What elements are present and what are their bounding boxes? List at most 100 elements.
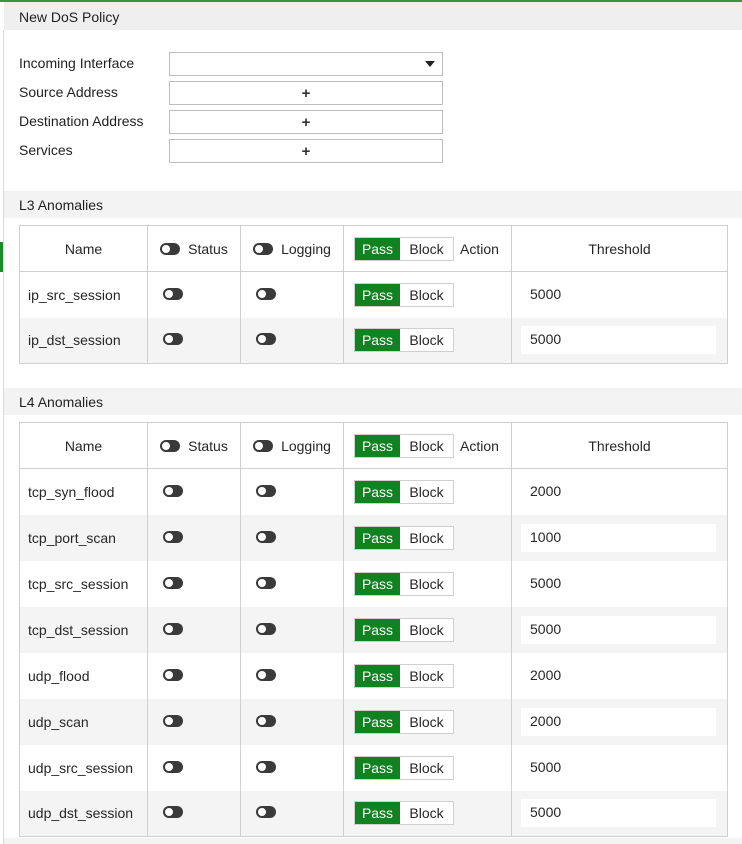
block-button[interactable]: Block [400,572,453,595]
action-selector[interactable]: Pass Block [354,525,454,550]
block-button[interactable]: Block [400,756,453,779]
logging-toggle[interactable] [256,333,276,346]
pass-button[interactable]: Pass [355,756,400,779]
action-selector[interactable]: Pass Block [354,755,454,780]
status-column-header[interactable]: Status [147,225,241,272]
l4-anomalies-table: Name Status Logging Pass Block Action Thre… [19,422,728,837]
table-row: ip_src_session Pass Block 5000 [19,271,728,318]
action-selector[interactable]: Pass Block [354,801,454,826]
block-button[interactable]: Block [400,329,453,352]
threshold-input[interactable]: 5000 [521,326,716,355]
anomaly-name: ip_src_session [19,271,148,318]
incoming-interface-label: Incoming Interface [19,55,135,71]
status-toggle[interactable] [163,806,183,819]
pass-button[interactable]: Pass [355,434,400,457]
services-row: Services + [19,139,449,163]
toggle-icon[interactable] [160,242,181,255]
block-button[interactable]: Block [400,237,453,260]
logging-toggle[interactable] [256,668,276,681]
threshold-input[interactable]: 5000 [521,281,716,309]
logging-toggle[interactable] [256,530,276,543]
threshold-input[interactable]: 2000 [521,662,716,690]
action-selector[interactable]: Pass Block [354,328,454,353]
block-button[interactable]: Block [400,526,453,549]
logging-toggle[interactable] [256,287,276,300]
action-selector[interactable]: Pass Block [354,617,454,642]
block-button[interactable]: Block [400,664,453,687]
plus-icon: + [301,142,311,160]
block-button[interactable]: Block [400,480,453,503]
logging-toggle[interactable] [256,484,276,497]
action-cell: Pass Block [343,606,512,653]
pass-button[interactable]: Pass [355,526,400,549]
logging-toggle[interactable] [256,576,276,589]
destination-address-field[interactable]: + [169,110,443,134]
incoming-interface-select[interactable] [169,52,443,76]
action-toggle-all[interactable]: Pass Block [354,433,454,458]
threshold-input[interactable]: 5000 [521,799,716,828]
action-selector[interactable]: Pass Block [354,663,454,688]
threshold-cell: 2000 [511,468,728,515]
logging-toggle[interactable] [256,714,276,727]
pass-button[interactable]: Pass [355,618,400,641]
pass-button[interactable]: Pass [355,802,400,825]
threshold-input[interactable]: 2000 [521,707,716,736]
toggle-icon[interactable] [253,242,274,255]
threshold-input[interactable]: 1000 [521,523,716,552]
logging-toggle[interactable] [256,622,276,635]
status-toggle[interactable] [163,668,183,681]
anomaly-name: udp_src_session [19,744,148,791]
logging-column-header[interactable]: Logging [240,422,344,469]
action-cell: Pass Block [343,514,512,561]
threshold-cell: 5000 [511,790,728,837]
name-column-header: Name [19,422,148,469]
block-button[interactable]: Block [400,283,453,306]
logging-column-header[interactable]: Logging [240,225,344,272]
threshold-input[interactable]: 2000 [521,478,716,506]
block-button[interactable]: Block [400,710,453,733]
status-cell [147,560,241,607]
toggle-icon[interactable] [160,439,181,452]
threshold-cell: 5000 [511,744,728,791]
toggle-icon[interactable] [253,439,274,452]
pass-button[interactable]: Pass [355,283,400,306]
status-toggle[interactable] [163,484,183,497]
threshold-input[interactable]: 5000 [521,570,716,598]
action-selector[interactable]: Pass Block [354,709,454,734]
status-toggle[interactable] [163,760,183,773]
status-toggle[interactable] [163,333,183,346]
status-toggle[interactable] [163,622,183,635]
threshold-input[interactable]: 5000 [521,754,716,782]
action-selector[interactable]: Pass Block [354,571,454,596]
status-toggle[interactable] [163,576,183,589]
action-toggle-all[interactable]: Pass Block [354,236,454,261]
status-toggle[interactable] [163,287,183,300]
action-selector[interactable]: Pass Block [354,282,454,307]
logging-toggle[interactable] [256,806,276,819]
source-address-field[interactable]: + [169,81,443,105]
block-button[interactable]: Block [400,434,453,457]
destination-address-label: Destination Address [19,113,144,129]
block-button[interactable]: Block [400,802,453,825]
l4-anomalies-header: L4 Anomalies [4,388,742,415]
pass-button[interactable]: Pass [355,237,400,260]
status-toggle[interactable] [163,714,183,727]
table-row: tcp_port_scan Pass Block 1000 [19,514,728,561]
threshold-cell: 1000 [511,514,728,561]
status-toggle[interactable] [163,530,183,543]
pass-button[interactable]: Pass [355,480,400,503]
pass-button[interactable]: Pass [355,329,400,352]
pass-button[interactable]: Pass [355,572,400,595]
status-cell [147,468,241,515]
logging-cell [240,514,344,561]
action-selector[interactable]: Pass Block [354,479,454,504]
pass-button[interactable]: Pass [355,710,400,733]
pass-button[interactable]: Pass [355,664,400,687]
table-row: udp_flood Pass Block 2000 [19,652,728,699]
threshold-input[interactable]: 5000 [521,615,716,644]
action-cell: Pass Block [343,560,512,607]
block-button[interactable]: Block [400,618,453,641]
logging-toggle[interactable] [256,760,276,773]
status-column-header[interactable]: Status [147,422,241,469]
services-field[interactable]: + [169,139,443,163]
